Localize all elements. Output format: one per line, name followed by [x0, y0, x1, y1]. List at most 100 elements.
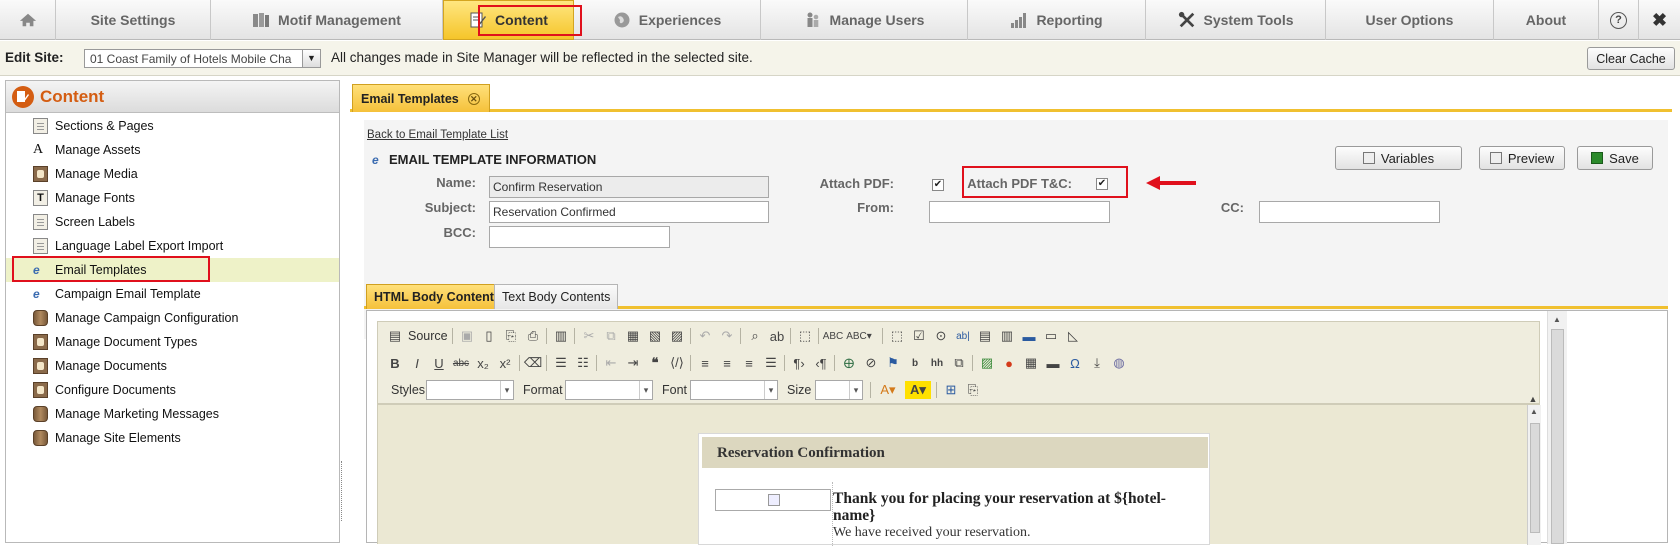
paste-text-icon[interactable]: ▧ — [646, 327, 664, 345]
radio-icon[interactable]: ⊙ — [932, 327, 950, 345]
subject-field[interactable]: Reservation Confirmed — [489, 201, 769, 223]
editor-content-area[interactable]: Reservation Confirmation Thank you for p… — [377, 404, 1541, 546]
nav-system-tools[interactable]: System Tools — [1146, 0, 1326, 40]
checkbox-icon[interactable]: ☑ — [910, 327, 928, 345]
preview-doc-icon[interactable]: ⎘ — [502, 327, 520, 345]
bg-color-icon[interactable]: A▾ — [905, 381, 931, 399]
b-tag-icon[interactable]: b — [906, 354, 924, 372]
templates-icon[interactable]: ▥ — [552, 327, 570, 345]
sidebar-item-manage-assets[interactable]: A Manage Assets — [6, 138, 339, 162]
horizontal-rule-icon[interactable]: ▬ — [1044, 354, 1062, 372]
nav-home[interactable] — [0, 0, 56, 40]
link-icon[interactable]: 🜨 — [840, 354, 858, 372]
html-tag-icon[interactable]: hh — [928, 354, 946, 372]
hidden-field-icon[interactable]: ◺ — [1064, 327, 1082, 345]
content-scrollbar[interactable]: ▲ — [1527, 405, 1541, 545]
globe-icon[interactable]: ◍ — [1110, 354, 1128, 372]
div-icon[interactable]: ⟨/⟩ — [668, 354, 686, 372]
anchor-icon[interactable]: ⚑ — [884, 354, 902, 372]
back-link[interactable]: Back to Email Template List — [367, 129, 508, 141]
remove-format-icon[interactable]: ⌫ — [524, 354, 542, 372]
nav-reporting[interactable]: Reporting — [968, 0, 1146, 40]
sidebar-item-manage-documents[interactable]: Manage Documents — [6, 354, 339, 378]
sidebar-item-manage-site-elements[interactable]: Manage Site Elements — [6, 426, 339, 450]
page-scrollbar[interactable]: ▲ — [1547, 311, 1567, 544]
flash-icon[interactable]: ● — [1000, 354, 1018, 372]
paste-icon[interactable]: ▦ — [624, 327, 642, 345]
new-page-icon[interactable]: ▯ — [480, 327, 498, 345]
from-field[interactable] — [929, 201, 1110, 223]
nav-about[interactable]: About — [1494, 0, 1599, 40]
cc-field[interactable] — [1259, 201, 1440, 223]
numbered-list-icon[interactable]: ☰ — [552, 354, 570, 372]
sidebar-item-manage-marketing-messages[interactable]: Manage Marketing Messages — [6, 402, 339, 426]
form-icon[interactable]: ⬚ — [888, 327, 906, 345]
image-icon[interactable]: ▨ — [978, 354, 996, 372]
nav-site-settings[interactable]: Site Settings — [56, 0, 211, 40]
help-button[interactable]: ? — [1599, 0, 1639, 40]
print-icon[interactable]: ⎙ — [524, 327, 542, 345]
tab-html-body[interactable]: HTML Body Contents — [366, 284, 509, 309]
sidebar-item-configure-documents[interactable]: Configure Documents — [6, 378, 339, 402]
redo-icon[interactable]: ↷ — [718, 327, 736, 345]
undo-icon[interactable]: ↶ — [696, 327, 714, 345]
scroll-up-icon[interactable]: ▲ — [1553, 315, 1561, 324]
align-left-icon[interactable]: ≡ — [696, 354, 714, 372]
sidebar-item-manage-fonts[interactable]: T Manage Fonts — [6, 186, 339, 210]
underline-icon[interactable]: U — [430, 354, 448, 372]
sidebar-item-campaign-email-template[interactable]: e Campaign Email Template — [6, 282, 339, 306]
special-char-icon[interactable]: Ω — [1066, 354, 1084, 372]
copy-icon[interactable]: ⧉ — [602, 327, 620, 345]
splitter-handle[interactable] — [341, 461, 345, 521]
textfield-icon[interactable]: ab| — [954, 327, 972, 345]
save-doc-icon[interactable]: ▣ — [458, 327, 476, 345]
sidebar-item-manage-media[interactable]: Manage Media — [6, 162, 339, 186]
sidebar-item-language-label-export-import[interactable]: Language Label Export Import — [6, 234, 339, 258]
cut-icon[interactable]: ✂ — [580, 327, 598, 345]
sidebar-item-sections-pages[interactable]: Sections & Pages — [6, 114, 339, 138]
nav-manage-users[interactable]: Manage Users — [761, 0, 968, 40]
find-icon[interactable]: ⌕ — [746, 327, 764, 345]
sidebar-item-manage-campaign-configuration[interactable]: Manage Campaign Configuration — [6, 306, 339, 330]
tab-text-body[interactable]: Text Body Contents — [494, 284, 619, 309]
select-field-icon[interactable]: ▥ — [998, 327, 1016, 345]
tab-email-templates[interactable]: Email Templates ✕ — [352, 84, 490, 112]
bold-icon[interactable]: B — [386, 354, 404, 372]
font-select[interactable] — [690, 380, 778, 400]
show-blocks-icon[interactable]: ⎘ — [964, 381, 982, 399]
variables-button[interactable]: Variables — [1335, 146, 1462, 170]
preview-button[interactable]: Preview — [1479, 146, 1565, 170]
maximize-icon[interactable]: ⊞ — [942, 381, 960, 399]
align-right-icon[interactable]: ≡ — [740, 354, 758, 372]
source-button[interactable]: Source — [408, 329, 448, 343]
format-select[interactable] — [565, 380, 653, 400]
spellcheck-icon[interactable]: ABC — [823, 327, 844, 345]
select-all-icon[interactable]: ⬚ — [796, 327, 814, 345]
bulleted-list-icon[interactable]: ☷ — [574, 354, 592, 372]
site-select[interactable]: 01 Coast Family of Hotels Mobile Cha ▼ — [84, 49, 321, 68]
sidebar-item-manage-document-types[interactable]: Manage Document Types — [6, 330, 339, 354]
paste-word-icon[interactable]: ▨ — [668, 327, 686, 345]
strike-icon[interactable]: abc — [452, 354, 470, 372]
close-button[interactable]: ✖ — [1639, 0, 1680, 40]
text-color-icon[interactable]: A▾ — [875, 381, 901, 399]
name-field[interactable]: Confirm Reservation — [489, 176, 769, 198]
save-button[interactable]: Save — [1577, 146, 1653, 170]
table-icon[interactable]: ▦ — [1022, 354, 1040, 372]
nav-user-options[interactable]: User Options — [1326, 0, 1494, 40]
replace-icon[interactable]: ab — [768, 327, 786, 345]
scayt-icon[interactable]: ABC▾ — [846, 327, 872, 345]
blockquote-icon[interactable]: ❝ — [646, 354, 664, 372]
indent-icon[interactable]: ⇥ — [624, 354, 642, 372]
scrollbar-thumb[interactable] — [1530, 423, 1540, 533]
unlink-icon[interactable]: ⊘ — [862, 354, 880, 372]
button-field-icon[interactable]: ▬ — [1020, 327, 1038, 345]
page-break-icon[interactable]: ⤓ — [1088, 354, 1106, 372]
outdent-icon[interactable]: ⇤ — [602, 354, 620, 372]
ltr-icon[interactable]: ¶› — [790, 354, 808, 372]
subscript-icon[interactable]: x₂ — [474, 354, 492, 372]
styles-select[interactable] — [426, 380, 514, 400]
rtl-icon[interactable]: ‹¶ — [812, 354, 830, 372]
bcc-field[interactable] — [489, 226, 670, 248]
nav-experiences[interactable]: Experiences — [574, 0, 761, 40]
